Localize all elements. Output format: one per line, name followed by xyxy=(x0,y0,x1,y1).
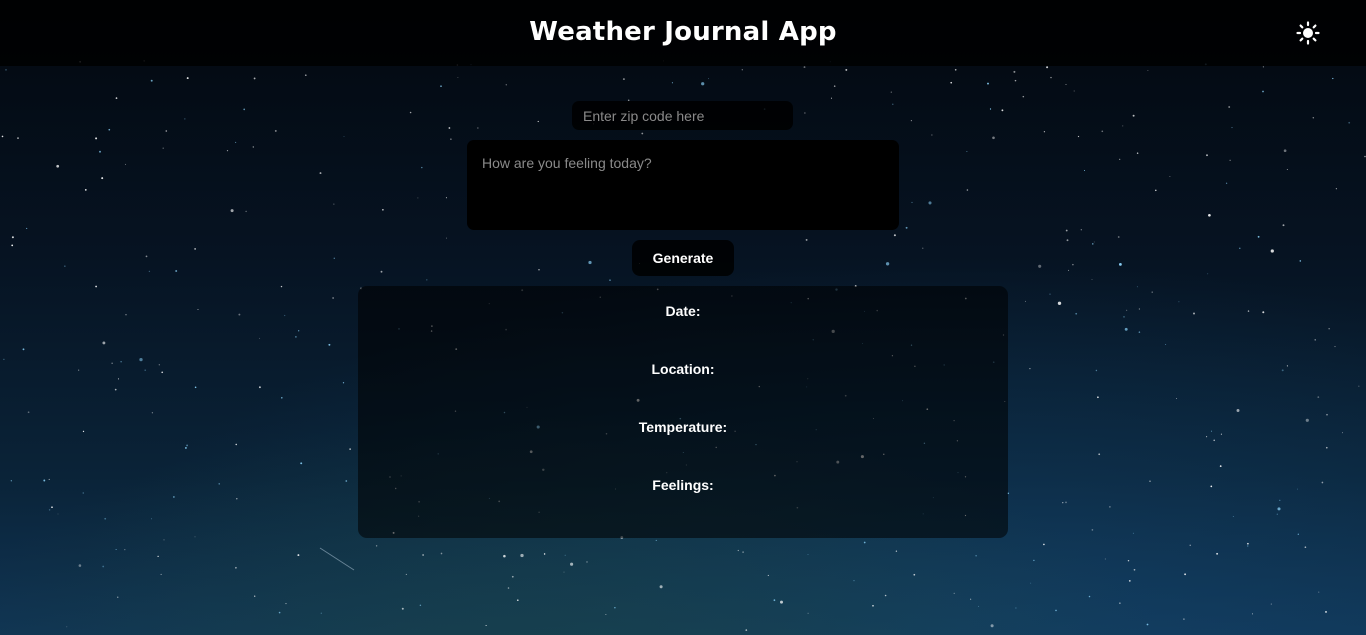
temperature-label: Temperature: xyxy=(638,419,728,435)
date-label: Date: xyxy=(665,303,701,319)
page-title: Weather Journal App xyxy=(529,17,837,47)
feelings-label: Feelings: xyxy=(652,477,714,493)
sun-icon xyxy=(1296,21,1320,45)
feelings-textarea[interactable] xyxy=(467,140,899,230)
zip-code-input[interactable] xyxy=(572,101,793,130)
theme-toggle-button[interactable] xyxy=(1296,21,1320,45)
app-header: Weather Journal App xyxy=(0,0,1366,66)
generate-button[interactable]: Generate xyxy=(632,240,734,276)
entry-holder: Date: Location: Temperature: Feelings: xyxy=(358,286,1008,538)
location-label: Location: xyxy=(651,361,715,377)
